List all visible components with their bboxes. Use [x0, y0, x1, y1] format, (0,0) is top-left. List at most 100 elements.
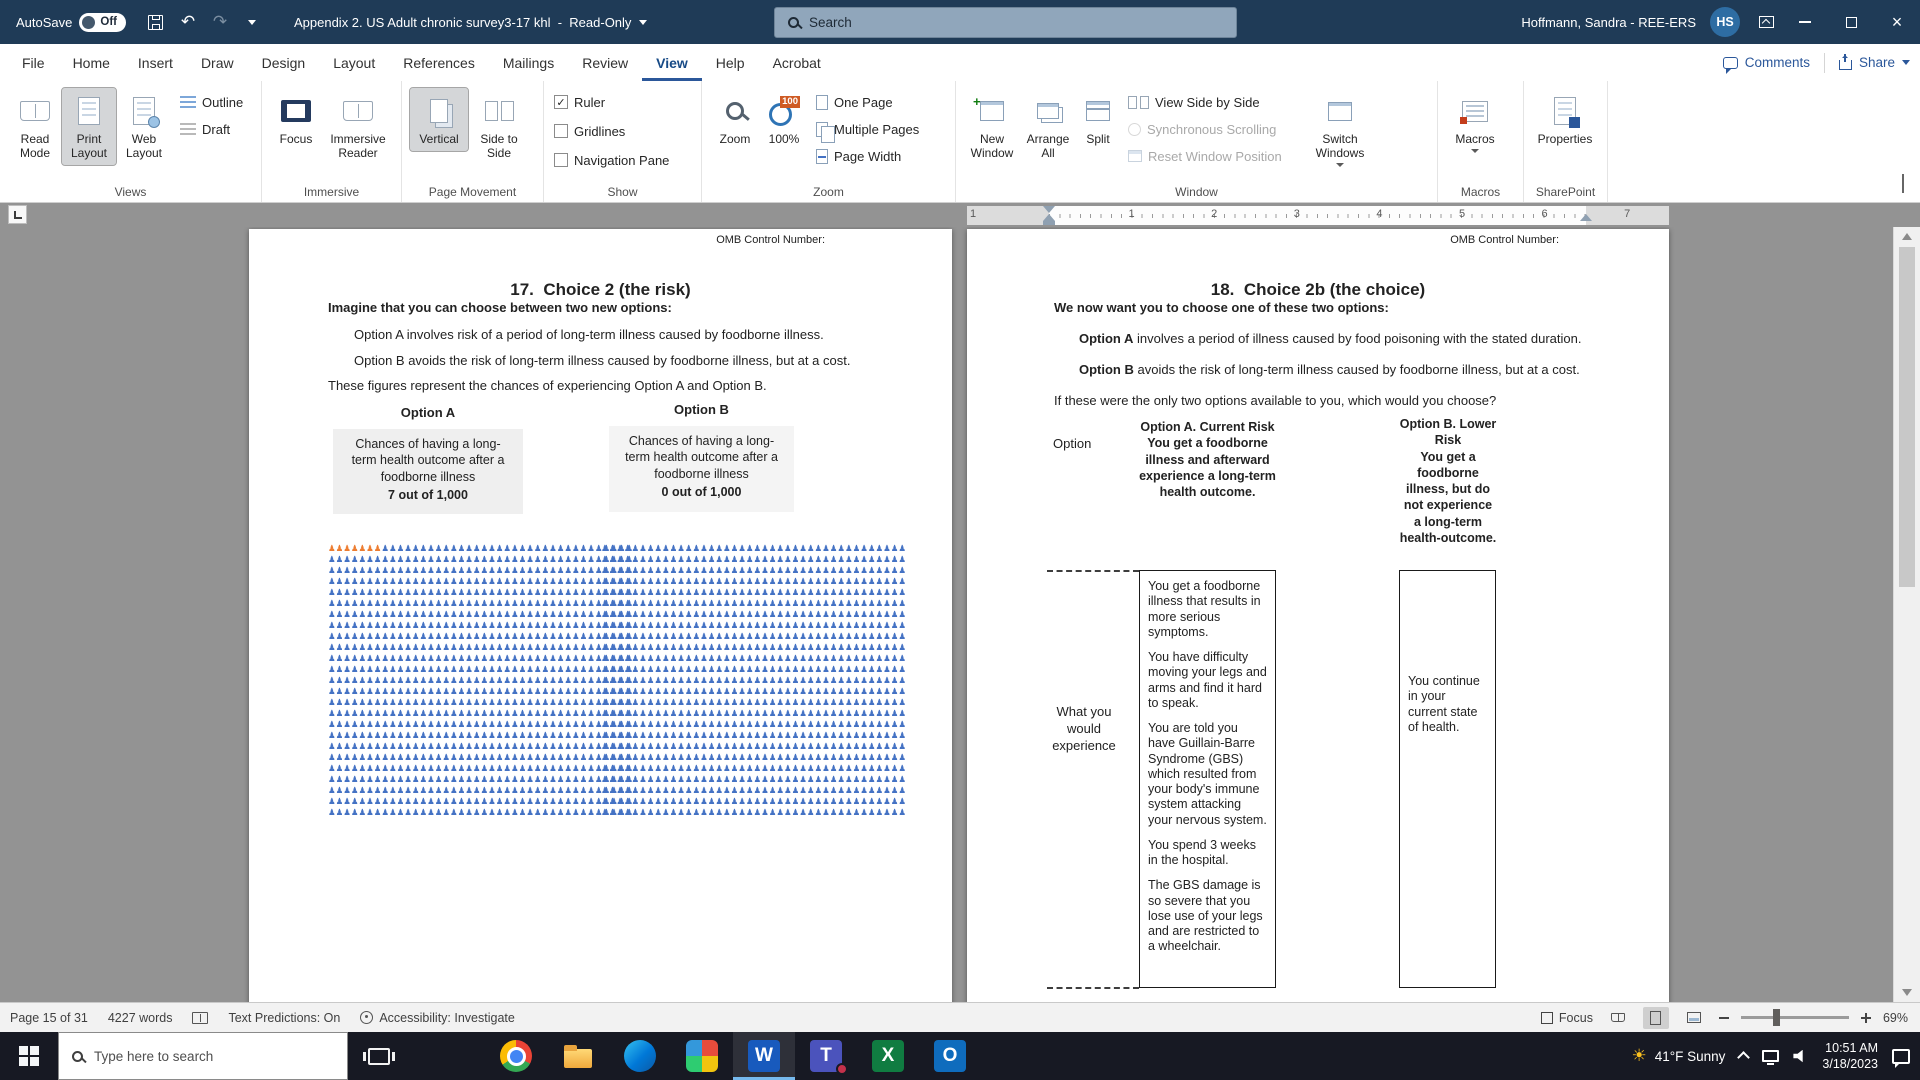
text-predictions[interactable]: Text Predictions: On — [228, 1011, 340, 1025]
collapse-ribbon-button[interactable] — [1902, 176, 1904, 194]
person-icon: ♟ — [427, 621, 435, 632]
undo-button[interactable]: ↶ — [172, 6, 204, 38]
outlook-taskbar-button[interactable]: O — [919, 1032, 981, 1080]
maximize-button[interactable] — [1828, 0, 1874, 44]
edge-taskbar-button[interactable] — [609, 1032, 671, 1080]
document-page-18[interactable]: OMB Control Number: 18. Choice 2b (the c… — [967, 229, 1669, 1002]
chrome-taskbar-button[interactable] — [485, 1032, 547, 1080]
macros-button[interactable]: Macros — [1446, 88, 1504, 157]
vertical-scrollbar[interactable] — [1893, 227, 1920, 1002]
accessibility-status[interactable]: Accessibility: Investigate — [360, 1011, 514, 1025]
web-layout-view-button[interactable] — [1681, 1007, 1707, 1029]
multiple-pages-button[interactable]: Multiple Pages — [816, 118, 919, 140]
zoom-slider[interactable] — [1741, 1016, 1849, 1019]
tab-file[interactable]: File — [8, 44, 59, 81]
proofing-button[interactable] — [192, 1012, 208, 1024]
teams-taskbar-button[interactable]: T — [795, 1032, 857, 1080]
new-window-button[interactable]: + New Window — [964, 88, 1020, 165]
scroll-up-icon[interactable] — [1902, 233, 1912, 240]
word-count[interactable]: 4227 words — [108, 1011, 173, 1025]
document-page-17[interactable]: OMB Control Number: 17. Choice 2 (the ri… — [249, 229, 952, 1002]
file-explorer-taskbar-button[interactable] — [547, 1032, 609, 1080]
share-button[interactable]: Share — [1839, 55, 1910, 70]
zoom-in-button[interactable] — [1861, 1013, 1871, 1023]
left-indent-marker[interactable] — [1043, 221, 1055, 225]
tab-review[interactable]: Review — [568, 44, 642, 81]
search-box[interactable]: Search — [774, 7, 1237, 38]
minimize-button[interactable] — [1782, 0, 1828, 44]
ruler[interactable]: 11234567 — [967, 206, 1669, 225]
weather-widget[interactable]: ☀ 41°F Sunny — [1631, 1048, 1725, 1065]
view-side-by-side-button[interactable]: View Side by Side — [1128, 91, 1304, 113]
vertical-button[interactable]: Vertical — [410, 88, 468, 151]
clock[interactable]: 10:51 AM 3/18/2023 — [1822, 1040, 1878, 1073]
excel-taskbar-button[interactable]: X — [857, 1032, 919, 1080]
tab-help[interactable]: Help — [702, 44, 759, 81]
tab-references[interactable]: References — [389, 44, 489, 81]
navigation-pane-checkbox[interactable]: Navigation Pane — [554, 149, 669, 171]
read-mode-button[interactable]: Read Mode — [8, 88, 62, 165]
properties-button[interactable]: Properties — [1532, 88, 1598, 151]
quick-access-more-button[interactable] — [236, 6, 268, 38]
scroll-down-icon[interactable] — [1902, 989, 1912, 996]
task-view-button[interactable] — [348, 1032, 410, 1080]
tab-view[interactable]: View — [642, 44, 702, 81]
zoom-button[interactable]: Zoom — [710, 88, 760, 151]
start-button[interactable] — [0, 1032, 58, 1080]
synchronous-scrolling-button[interactable]: Synchronous Scrolling — [1128, 118, 1304, 140]
read-mode-view-button[interactable] — [1605, 1007, 1631, 1029]
tab-stop-selector[interactable] — [8, 205, 27, 224]
document-title[interactable]: Appendix 2. US Adult chronic survey3-17 … — [294, 15, 647, 30]
zoom-100-button[interactable]: 100 100% — [760, 88, 808, 151]
right-indent-marker[interactable] — [1580, 208, 1592, 221]
outline-button[interactable]: Outline — [180, 91, 243, 113]
redo-button[interactable]: ↷ — [204, 6, 236, 38]
word-taskbar-button[interactable]: W — [733, 1032, 795, 1080]
ruler-checkbox[interactable]: Ruler — [554, 91, 669, 113]
zoom-percentage[interactable]: 69% — [1883, 1011, 1908, 1025]
focus-button[interactable]: Focus — [270, 88, 322, 151]
show-hidden-icons-icon[interactable] — [1738, 1051, 1751, 1064]
display-icon[interactable] — [1762, 1050, 1779, 1062]
web-layout-button[interactable]: Web Layout — [116, 88, 172, 165]
user-name[interactable]: Hoffmann, Sandra - REE-ERS — [1521, 15, 1696, 30]
immersive-reader-button[interactable]: Immersive Reader — [322, 88, 394, 165]
scrollbar-thumb[interactable] — [1899, 247, 1915, 587]
arrange-all-button[interactable]: Arrange All — [1020, 88, 1076, 165]
close-button[interactable]: × — [1874, 0, 1920, 44]
comments-button[interactable]: Comments — [1723, 55, 1810, 70]
taskbar-search[interactable]: Type here to search — [58, 1032, 348, 1080]
tab-draw[interactable]: Draw — [187, 44, 248, 81]
avatar[interactable]: HS — [1710, 7, 1740, 37]
print-layout-view-button[interactable] — [1643, 1007, 1669, 1029]
tab-layout[interactable]: Layout — [319, 44, 389, 81]
tab-insert[interactable]: Insert — [124, 44, 187, 81]
page-indicator[interactable]: Page 15 of 31 — [10, 1011, 88, 1025]
save-button[interactable] — [140, 6, 172, 38]
person-icon: ♟ — [458, 764, 466, 775]
speaker-icon[interactable] — [1793, 1050, 1808, 1063]
ribbon-display-options-button[interactable] — [1750, 6, 1782, 38]
tab-mailings[interactable]: Mailings — [489, 44, 568, 81]
split-button[interactable]: Split — [1076, 88, 1120, 151]
switch-windows-button[interactable]: Switch Windows — [1304, 88, 1376, 171]
one-page-button[interactable]: One Page — [816, 91, 919, 113]
hanging-indent-marker[interactable] — [1043, 208, 1055, 221]
tab-design[interactable]: Design — [248, 44, 320, 81]
tab-acrobat[interactable]: Acrobat — [759, 44, 835, 81]
print-layout-button[interactable]: Print Layout — [62, 88, 116, 165]
person-icon: ♟ — [639, 621, 647, 632]
person-icon: ♟ — [503, 698, 511, 709]
focus-mode-button[interactable]: Focus — [1541, 1011, 1593, 1025]
reset-window-position-button[interactable]: Reset Window Position — [1128, 145, 1304, 167]
draft-button[interactable]: Draft — [180, 118, 243, 140]
gridlines-checkbox[interactable]: Gridlines — [554, 120, 669, 142]
page-width-button[interactable]: Page Width — [816, 145, 919, 167]
zoom-out-button[interactable] — [1719, 1017, 1729, 1019]
paint-taskbar-button[interactable] — [671, 1032, 733, 1080]
autosave-toggle[interactable]: AutoSave Off — [16, 13, 126, 32]
action-center-icon[interactable] — [1892, 1049, 1910, 1064]
zoom-slider-thumb[interactable] — [1773, 1009, 1780, 1026]
tab-home[interactable]: Home — [59, 44, 124, 81]
side-to-side-button[interactable]: Side to Side — [468, 88, 530, 165]
